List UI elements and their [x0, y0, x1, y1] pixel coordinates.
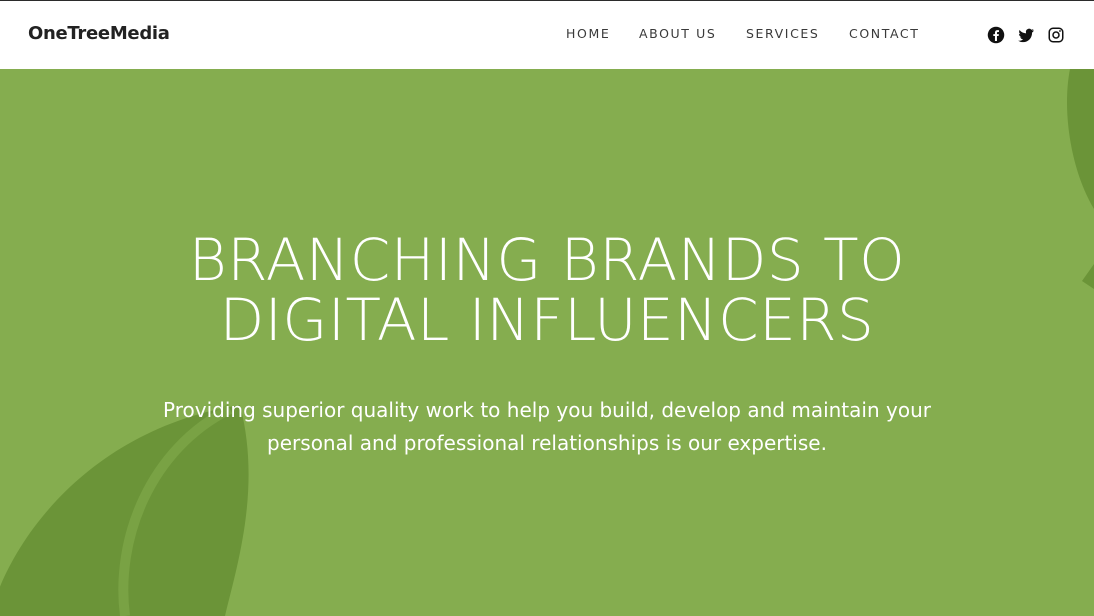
twitter-icon[interactable] [1017, 26, 1035, 44]
hero-subtitle-line-1: Providing superior quality work to help … [163, 398, 931, 422]
nav-about-us-link[interactable]: ABOUT US [639, 26, 716, 41]
hero-heading: BRANCHING BRANDS TO DIGITAL INFLUENCERS [47, 230, 1047, 350]
instagram-icon[interactable] [1047, 26, 1065, 44]
top-right-leaf [1067, 69, 1094, 209]
hero-section: BRANCHING BRANDS TO DIGITAL INFLUENCERS … [0, 69, 1094, 616]
hero-subtitle-line-2: personal and professional relationships … [267, 431, 827, 455]
facebook-icon[interactable] [987, 26, 1005, 44]
nav-services-link[interactable]: SERVICES [746, 26, 819, 41]
brand-logo[interactable]: OneTreeMedia [28, 23, 170, 44]
hero-heading-line-1: BRANCHING BRANDS TO [188, 226, 906, 294]
right-edge-leaf [1082, 264, 1094, 289]
nav-home-link[interactable]: HOME [566, 26, 610, 41]
hero-heading-line-2: DIGITAL INFLUENCERS [219, 286, 875, 354]
hero-subtitle: Providing superior quality work to help … [97, 394, 997, 460]
nav-contact-link[interactable]: CONTACT [849, 26, 919, 41]
site-header: OneTreeMedia HOME ABOUT US SERVICES CONT… [0, 1, 1094, 69]
